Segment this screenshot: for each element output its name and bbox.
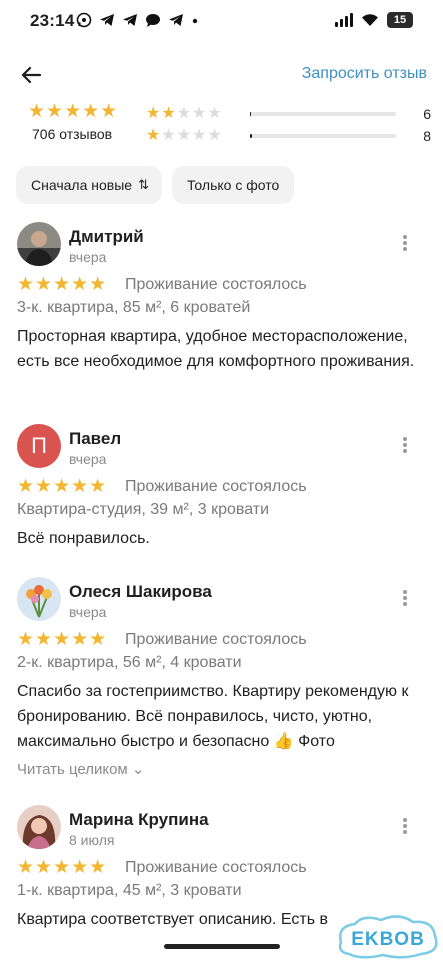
home-indicator: [164, 944, 280, 949]
status-right: 15: [335, 12, 413, 28]
telegram-icon: [100, 14, 114, 26]
avatar[interactable]: [17, 805, 61, 849]
review-date: 8 июля: [69, 832, 115, 848]
chat-bubble-icon: [146, 14, 160, 27]
review-card: П Павел вчера ★★★★★ Проживание состоялос…: [0, 424, 443, 554]
distribution-stars: ★★★★★: [146, 127, 223, 144]
review-stars: ★★★★★: [17, 857, 108, 878]
read-more-link[interactable]: Читать целиком ⌄: [17, 760, 144, 778]
photo-only-chip[interactable]: Только с фото: [171, 166, 295, 204]
arrow-left-icon: [21, 66, 42, 84]
more-options-icon[interactable]: [398, 434, 412, 456]
more-options-icon[interactable]: [398, 232, 412, 254]
review-text: Всё понравилось.: [17, 530, 150, 547]
filter-chips: Сначала новые ⇅ Только с фото: [16, 166, 295, 204]
distribution-bar: [250, 134, 396, 138]
review-stars: ★★★★★: [17, 274, 108, 295]
distribution-count: 8: [423, 128, 431, 144]
apartment-info: 2-к. квартира, 56 м², 4 кровати: [17, 654, 242, 671]
avatar[interactable]: [17, 222, 61, 266]
distribution-row-2: ★★★★★ 6: [146, 104, 431, 124]
avatar[interactable]: [17, 577, 61, 621]
review-card: Дмитрий вчера ★★★★★ Проживание состоялос…: [0, 222, 443, 402]
apartment-info: 3-к. квартира, 85 м², 6 кроватей: [17, 299, 251, 316]
summary-stars: ★★★★★: [28, 101, 119, 122]
review-stars: ★★★★★: [17, 476, 108, 497]
stay-status: Проживание состоялось: [125, 631, 307, 648]
reviews-count: 706 отзывов: [32, 126, 113, 142]
avatar[interactable]: П: [17, 424, 61, 468]
reviewer-name: Марина Крупина: [69, 810, 209, 829]
status-time: 23:14: [30, 11, 75, 30]
battery-icon: 15: [387, 12, 413, 28]
telegram-icon: [169, 14, 183, 26]
apartment-info: Квартира-студия, 39 м², 3 кровати: [17, 501, 270, 518]
distribution-count: 6: [423, 106, 431, 122]
watermark-text: EKBOB: [351, 929, 425, 950]
rating-summary: ★★★★★ 706 отзывов ★★★★★ 6 ★★★★★ 8: [0, 100, 443, 150]
header: Запросить отзыв: [0, 52, 443, 96]
request-review-link[interactable]: Запросить отзыв: [302, 65, 427, 83]
reviewer-name: Павел: [69, 429, 122, 448]
status-bar: 23:14 15: [0, 0, 443, 44]
review-date: вчера: [69, 604, 107, 620]
more-options-icon[interactable]: [398, 587, 412, 609]
notification-icons: [76, 12, 199, 28]
review-card: Олеся Шакирова вчера ★★★★★ Проживание со…: [0, 577, 443, 787]
watermark-logo: EKBOB: [333, 912, 443, 960]
stay-status: Проживание состоялось: [125, 478, 307, 495]
stay-status: Проживание состоялось: [125, 276, 307, 293]
dot-icon: [192, 18, 198, 24]
distribution-bar: [250, 112, 396, 116]
sort-newest-chip[interactable]: Сначала новые ⇅: [16, 166, 162, 204]
distribution-stars: ★★★★★: [146, 105, 223, 122]
distribution-row-1: ★★★★★ 8: [146, 126, 431, 146]
more-options-icon[interactable]: [398, 815, 412, 837]
telegram-icon: [123, 14, 137, 26]
review-date: вчера: [69, 249, 107, 265]
back-button[interactable]: [16, 60, 46, 90]
whatsapp-icon: [76, 12, 92, 28]
distribution-bar-fill: [250, 134, 252, 138]
review-stars: ★★★★★: [17, 629, 108, 650]
wifi-icon: [362, 14, 378, 26]
distribution-bar-fill: [250, 112, 252, 116]
reviewer-name: Дмитрий: [69, 227, 144, 246]
review-text: Спасибо за гостеприимство. Квартиру реко…: [17, 683, 409, 750]
sort-arrows-icon: ⇅: [138, 177, 149, 192]
signal-icon: [335, 13, 353, 27]
review-date: вчера: [69, 451, 107, 467]
sort-chip-label: Сначала новые: [31, 177, 133, 193]
reviewer-name: Олеся Шакирова: [69, 582, 212, 601]
review-text: Просторная квартира, удобное местораспол…: [17, 328, 415, 370]
apartment-info: 1-к. квартира, 45 м², 3 кровати: [17, 882, 242, 899]
stay-status: Проживание состоялось: [125, 859, 307, 876]
